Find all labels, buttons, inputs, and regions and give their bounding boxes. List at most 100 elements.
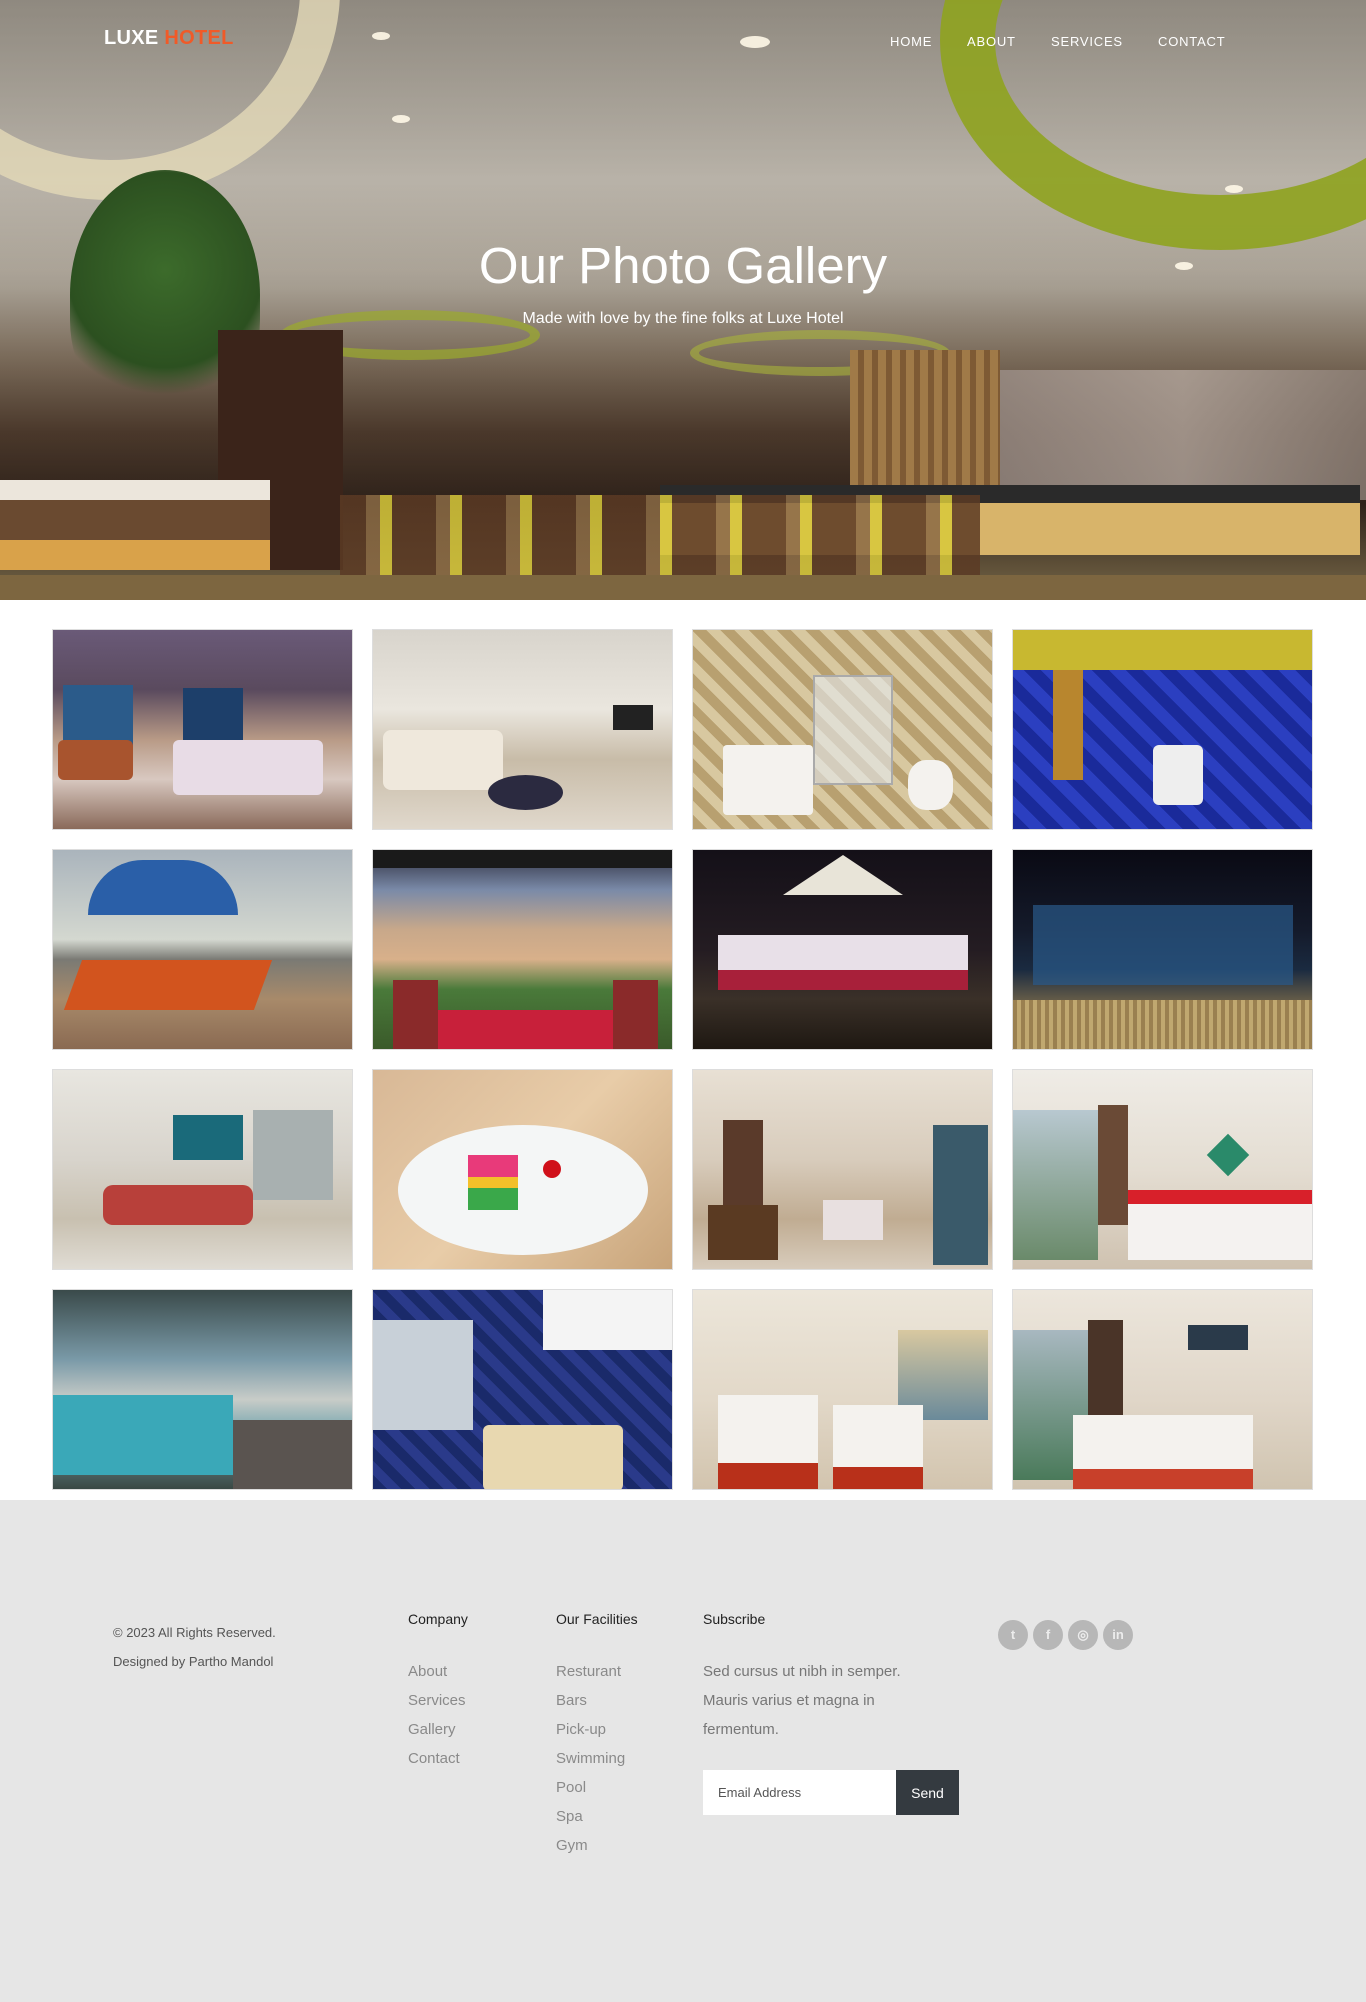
gallery-photo[interactable]	[52, 1069, 353, 1270]
gallery-photo[interactable]	[372, 849, 673, 1050]
photo-window	[373, 1320, 473, 1430]
photo-bed	[718, 1395, 818, 1489]
footer-link-pool[interactable]: Pool	[556, 1773, 638, 1802]
photo-plate	[398, 1125, 648, 1255]
main-nav: HOME ABOUT SERVICES CONTACT	[0, 34, 1366, 52]
photo-bathtub	[723, 745, 813, 815]
footer-link-resturant[interactable]: Resturant	[556, 1657, 638, 1686]
gallery-photo[interactable]	[52, 849, 353, 1050]
hero-floor	[0, 575, 1366, 600]
gallery-photo[interactable]	[372, 629, 673, 830]
instagram-icon[interactable]: ◎	[1068, 1620, 1098, 1650]
photo-pool	[53, 1395, 233, 1475]
photo-bed	[173, 740, 323, 795]
gallery-photo[interactable]	[52, 629, 353, 830]
photo-window	[183, 688, 243, 748]
photo-art	[1188, 1325, 1248, 1350]
photo-table	[433, 1010, 623, 1049]
photo-chair	[708, 1205, 778, 1260]
photo-chairs	[103, 1185, 253, 1225]
footer-company-heading: Company	[408, 1611, 468, 1627]
gallery-photo[interactable]	[692, 1289, 993, 1490]
linkedin-icon[interactable]: in	[1103, 1620, 1133, 1650]
photo-door	[1053, 670, 1083, 780]
footer-link-gallery[interactable]: Gallery	[408, 1715, 468, 1744]
gallery-photo[interactable]	[1012, 1069, 1313, 1270]
send-button[interactable]: Send	[896, 1770, 959, 1815]
gallery-photo[interactable]	[372, 1289, 673, 1490]
photo-bed	[823, 1200, 883, 1240]
ceiling-light	[1225, 185, 1243, 193]
photo-cherry	[543, 1160, 561, 1178]
copyright-text: © 2023 All Rights Reserved.	[113, 1625, 276, 1640]
photo-tv	[613, 705, 653, 730]
page-title: Our Photo Gallery	[478, 237, 888, 294]
footer-subscribe: Subscribe Sed cursus ut nibh in semper. …	[703, 1611, 959, 1815]
email-field[interactable]	[703, 1770, 896, 1815]
nav-home[interactable]: HOME	[890, 34, 932, 49]
photo-lounger	[63, 960, 273, 1010]
footer-link-pickup[interactable]: Pick-up	[556, 1715, 638, 1744]
photo-bed	[833, 1405, 923, 1489]
gallery-photo[interactable]	[372, 1069, 673, 1270]
footer-link-about[interactable]: About	[408, 1657, 468, 1686]
subscribe-text: Sed cursus ut nibh in semper. Mauris var…	[703, 1663, 901, 1738]
ceiling-light	[392, 115, 410, 123]
photo-window	[253, 1110, 333, 1200]
dining-chairs	[340, 495, 980, 575]
photo-chair	[613, 980, 658, 1049]
site-footer: © 2023 All Rights Reserved. Designed by …	[0, 1500, 1366, 2002]
photo-counter	[173, 1115, 243, 1160]
photo-sofa	[58, 740, 133, 780]
footer-credits: © 2023 All Rights Reserved. Designed by …	[113, 1618, 276, 1676]
photo-terrace	[233, 1420, 352, 1489]
footer-link-gym[interactable]: Gym	[556, 1831, 638, 1860]
footer-link-swimming[interactable]: Swimming	[556, 1744, 638, 1773]
photo-curtain	[1098, 1105, 1128, 1225]
gallery-photo[interactable]	[1012, 1289, 1313, 1490]
gallery-photo[interactable]	[52, 1289, 353, 1490]
photo-rug	[488, 775, 563, 810]
photo-chairs	[718, 970, 968, 990]
subscribe-form: Send	[703, 1770, 959, 1815]
facebook-icon[interactable]: f	[1033, 1620, 1063, 1650]
footer-facilities-heading: Our Facilities	[556, 1611, 638, 1627]
page-subtitle: Made with love by the fine folks at Luxe…	[522, 310, 844, 327]
footer-company: Company About Services Gallery Contact	[408, 1611, 468, 1773]
nav-about[interactable]: ABOUT	[967, 34, 1016, 49]
photo-window	[1013, 1110, 1098, 1260]
photo-stage-front	[1013, 1000, 1312, 1049]
gallery-photo[interactable]	[692, 1069, 993, 1270]
photo-canopy	[373, 850, 672, 868]
photo-toilet	[1153, 745, 1203, 805]
hero-wall	[1000, 370, 1366, 500]
photo-toilet	[908, 760, 953, 810]
gallery-photo[interactable]	[692, 629, 993, 830]
photo-sofa	[383, 730, 503, 790]
gallery-photo[interactable]	[692, 849, 993, 1050]
twitter-icon[interactable]: t	[998, 1620, 1028, 1650]
buffet-counter	[0, 480, 270, 570]
photo-cake	[468, 1155, 518, 1210]
photo-ceiling	[1013, 630, 1312, 670]
photo-bed	[1073, 1415, 1253, 1489]
footer-link-bars[interactable]: Bars	[556, 1686, 638, 1715]
gallery-photo[interactable]	[1012, 849, 1313, 1050]
photo-door	[933, 1125, 988, 1265]
nav-contact[interactable]: CONTACT	[1158, 34, 1225, 49]
photo-mirror	[543, 1290, 672, 1350]
photo-shower	[813, 675, 893, 785]
footer-subscribe-heading: Subscribe	[703, 1611, 766, 1627]
gallery-photo[interactable]	[1012, 629, 1313, 830]
photo-basin	[483, 1425, 623, 1489]
footer-link-spa[interactable]: Spa	[556, 1802, 638, 1831]
footer-facilities: Our Facilities Resturant Bars Pick-up Sw…	[556, 1611, 638, 1860]
designer-credit: Designed by Partho Mandol	[113, 1654, 274, 1669]
nav-services[interactable]: SERVICES	[1051, 34, 1123, 49]
footer-link-contact[interactable]: Contact	[408, 1744, 468, 1773]
photo-stage	[1033, 905, 1293, 985]
photo-bed	[1128, 1190, 1312, 1260]
footer-link-services[interactable]: Services	[408, 1686, 468, 1715]
hero-banner: LUXE HOTEL HOME ABOUT SERVICES CONTACT O…	[0, 0, 1366, 600]
photo-chair	[393, 980, 438, 1049]
